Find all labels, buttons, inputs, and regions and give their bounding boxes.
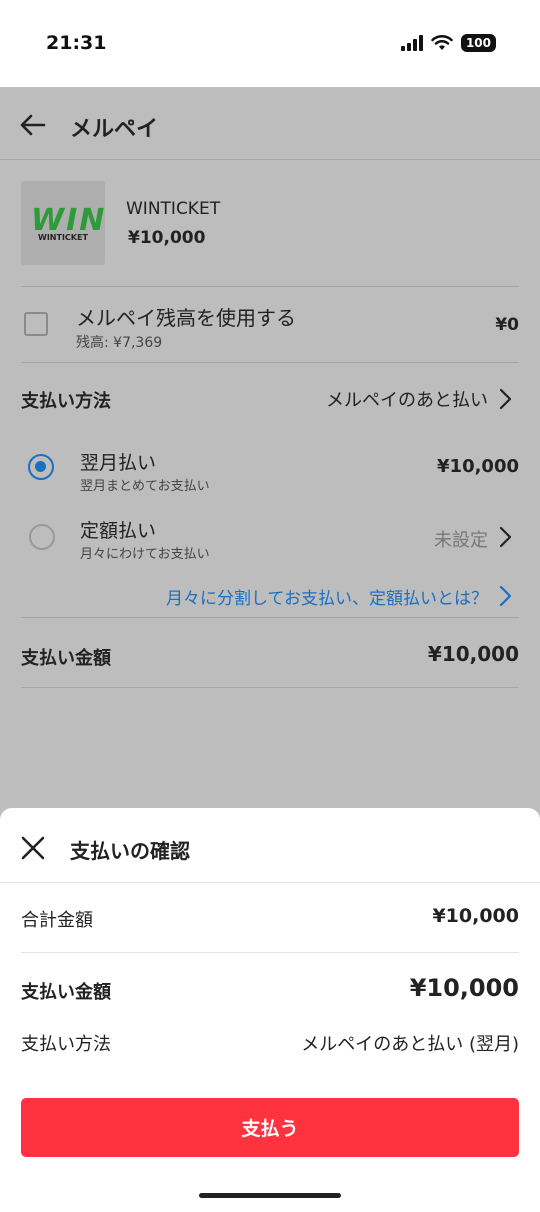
status-icons: 100 — [400, 34, 496, 52]
total-divider — [21, 687, 519, 688]
home-indicator — [199, 1193, 341, 1198]
balance-sub: 残高: ¥7,369 — [76, 335, 163, 351]
close-icon[interactable] — [20, 835, 46, 861]
status-time: 21:31 — [46, 32, 107, 54]
fixed-payment-info-link[interactable]: 月々に分割してお支払い、定額払いとは？ — [166, 584, 488, 609]
header-divider — [0, 159, 540, 160]
chevron-right-link-icon[interactable] — [498, 585, 512, 607]
chevron-right-icon[interactable] — [498, 388, 512, 410]
wifi-icon — [431, 35, 453, 50]
merchant-divider — [21, 286, 519, 287]
subtotal-label: 合計金額 — [21, 910, 93, 931]
options-divider — [21, 617, 519, 618]
radio-next-month[interactable] — [28, 454, 54, 480]
balance-checkbox[interactable] — [24, 312, 48, 336]
balance-value: ¥0 — [495, 315, 519, 335]
radio-fixed-payment[interactable] — [29, 524, 55, 550]
pay-amount-value: ¥10,000 — [409, 974, 519, 1002]
battery-icon: 100 — [460, 34, 496, 52]
method-value[interactable]: メルペイのあと払い — [326, 386, 488, 412]
logo-subtext: WINTICKET — [38, 233, 88, 242]
sheet-title: 支払いの確認 — [70, 839, 190, 863]
status-bar: 21:31 100 — [0, 0, 540, 87]
option-sub-next-month: 翌月まとめてお支払い — [80, 479, 210, 494]
total-value: ¥10,000 — [427, 642, 519, 666]
page-title: メルペイ — [70, 117, 159, 142]
total-label: 支払い金額 — [21, 648, 111, 669]
subtotal-value: ¥10,000 — [432, 905, 519, 927]
balance-divider — [21, 362, 519, 363]
option-label-fixed: 定額払い — [80, 520, 157, 542]
subtotal-divider — [21, 952, 519, 953]
pay-method-value: メルペイのあと払い (翌月) — [301, 1034, 519, 1055]
method-label: 支払い方法 — [21, 391, 111, 412]
option-label-next-month: 翌月払い — [80, 452, 157, 474]
balance-label: メルペイ残高を使用する — [76, 306, 296, 330]
pay-method-label: 支払い方法 — [21, 1034, 111, 1055]
merchant-amount: ¥10,000 — [128, 228, 206, 248]
merchant-logo: WIN WINTICKET — [21, 181, 105, 265]
merchant-name: WINTICKET — [126, 199, 221, 219]
pay-amount-label: 支払い金額 — [21, 982, 111, 1003]
sheet-header-divider — [0, 882, 540, 883]
option-value-fixed[interactable]: 未設定 — [434, 526, 488, 552]
chevron-right-icon[interactable] — [498, 526, 512, 548]
back-arrow-icon[interactable] — [20, 114, 46, 136]
signal-icon — [400, 35, 423, 51]
pay-button[interactable]: 支払う — [21, 1098, 519, 1157]
option-value-next-month: ¥10,000 — [437, 456, 519, 477]
option-sub-fixed: 月々にわけてお支払い — [80, 547, 210, 562]
payment-confirm-sheet: 支払いの確認 合計金額 ¥10,000 支払い金額 ¥10,000 支払い方法 … — [0, 808, 540, 1212]
